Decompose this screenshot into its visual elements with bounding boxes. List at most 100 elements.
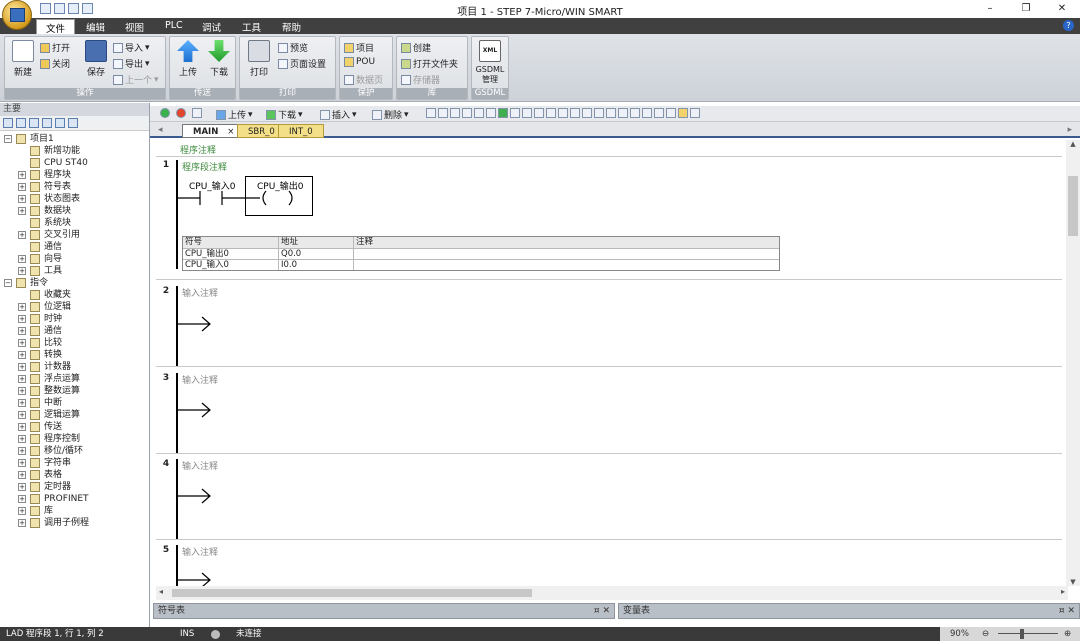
tree-item[interactable]: CPU ST40 [0,157,149,169]
data-page-protect-button[interactable]: 数据页 [344,73,383,86]
tabs-scroll-right-icon[interactable]: ▸ [1067,125,1072,135]
expand-icon[interactable]: + [18,231,26,239]
tree-item[interactable]: + 工具 [0,265,149,277]
expand-icon[interactable]: + [18,195,26,203]
pou-icon[interactable] [678,108,688,118]
lock-icon[interactable] [510,108,520,118]
tree-item[interactable]: + 符号表 [0,181,149,193]
expand-icon[interactable]: + [18,519,26,527]
close-project-button[interactable]: 关闭 [40,57,70,70]
expand-icon[interactable]: + [18,435,26,443]
tree-item[interactable]: + 逻辑运算 [0,409,149,421]
expand-icon[interactable]: + [18,375,26,383]
tree-item[interactable]: 收藏夹 [0,289,149,301]
expand-icon[interactable]: + [18,255,26,263]
tree-item[interactable]: + 向导 [0,253,149,265]
scroll-left-icon[interactable]: ◂ [159,587,163,596]
maximize-button[interactable]: ❐ [1008,0,1044,18]
tree-item[interactable]: + 状态图表 [0,193,149,205]
tabs-scroll-left-icon[interactable]: ◂ [158,125,163,135]
bookmark-icon[interactable] [426,108,436,118]
tree-tool-icon[interactable] [16,118,26,128]
tree-tool-icon[interactable] [42,118,52,128]
tree-tool-icon[interactable] [68,118,78,128]
network-comment[interactable]: 输入注释 [182,545,218,558]
network-comment[interactable]: 输入注释 [182,286,218,299]
comment-icon[interactable] [486,108,496,118]
open-button[interactable]: 打开 [40,41,70,54]
menu-file[interactable]: 文件 [36,19,76,35]
grid-icon[interactable] [642,108,652,118]
lock-icon[interactable] [522,108,532,118]
create-library-button[interactable]: 创建 [401,41,431,54]
tree-item[interactable]: − 项目1 [0,133,149,145]
help-icon[interactable]: ? [1063,20,1074,31]
tree-item[interactable]: + 通信 [0,325,149,337]
network-icon[interactable] [462,108,472,118]
expand-icon[interactable]: + [18,507,26,515]
panel-pin-icon[interactable]: ¤ ✕ [594,604,610,618]
expand-icon[interactable]: + [18,207,26,215]
table-icon[interactable] [654,108,664,118]
menu-view[interactable]: 视图 [125,20,144,34]
bookmark-next-icon[interactable] [438,108,448,118]
expand-icon[interactable]: + [18,183,26,191]
tab-main[interactable]: MAIN × [182,124,246,138]
expand-icon[interactable]: + [18,387,26,395]
network-comment[interactable]: 程序段注释 [182,160,227,173]
contact-icon[interactable] [594,108,604,118]
empty-rung-arrow[interactable] [176,572,216,586]
expand-icon[interactable]: + [18,399,26,407]
tree-item[interactable]: + 表格 [0,469,149,481]
export-button[interactable]: 导出 ▾ [113,57,150,70]
previous-button[interactable]: 上一个 ▾ [113,73,159,86]
tree-item[interactable]: + 整数运算 [0,385,149,397]
tree-item[interactable]: 新增功能 [0,145,149,157]
tree-item[interactable]: + 库 [0,505,149,517]
library-memory-button[interactable]: 存储器 [401,73,440,86]
tree-item[interactable]: + 定时器 [0,481,149,493]
tree-item[interactable]: + PROFINET [0,493,149,505]
tree-item[interactable]: − 指令 [0,277,149,289]
print-button[interactable]: 打印 [244,40,274,78]
open-library-folder-button[interactable]: 打开文件夹 [401,57,458,70]
tree-item[interactable]: + 转换 [0,349,149,361]
compile-button[interactable] [192,108,202,118]
branch-icon[interactable] [570,108,580,118]
expand-icon[interactable]: + [18,171,26,179]
gsdml-manage-button[interactable]: XML GSDML 管理 [475,40,505,85]
branch-icon[interactable] [558,108,568,118]
tree-item[interactable]: + 移位/循环 [0,445,149,457]
program-comment[interactable]: 程序注释 [180,143,216,156]
expand-icon[interactable]: + [18,303,26,311]
vertical-scrollbar[interactable]: ▲ ▼ [1066,140,1080,586]
tree-tool-icon[interactable] [29,118,39,128]
minimize-button[interactable]: – [972,0,1008,18]
tree-tool-icon[interactable] [55,118,65,128]
edit-icon[interactable] [666,108,676,118]
expand-icon[interactable]: + [18,471,26,479]
menu-edit[interactable]: 编辑 [86,20,105,34]
zoom-out-icon[interactable]: ⊖ [982,627,989,641]
box-icon[interactable] [450,108,460,118]
tree-item[interactable]: + 浮点运算 [0,373,149,385]
download-button[interactable]: 下载 [204,40,234,78]
scroll-right-icon[interactable]: ▸ [1061,587,1065,596]
expand-icon[interactable]: + [18,363,26,371]
close-button[interactable]: ✕ [1044,0,1080,18]
expand-icon[interactable]: + [18,267,26,275]
expand-icon[interactable]: + [18,447,26,455]
empty-rung-arrow[interactable] [176,316,216,332]
tree-item[interactable]: + 数据块 [0,205,149,217]
project-protect-button[interactable]: 项目 [344,41,374,54]
insert-button[interactable]: 插入 ▾ [320,108,357,121]
expand-icon[interactable]: + [18,315,26,323]
expand-icon[interactable]: + [18,483,26,491]
collapse-icon[interactable]: − [4,279,12,287]
ladder-code-area[interactable]: 程序注释 1 程序段注释 CPU_输入0 CPU_输出0 符号 地址 注释 CP… [156,140,1062,586]
network-comment[interactable]: 输入注释 [182,373,218,386]
tree-item[interactable]: + 程序控制 [0,433,149,445]
tree-item[interactable]: + 时钟 [0,313,149,325]
zoom-slider-thumb[interactable] [1020,629,1024,639]
line-icon[interactable] [582,108,592,118]
